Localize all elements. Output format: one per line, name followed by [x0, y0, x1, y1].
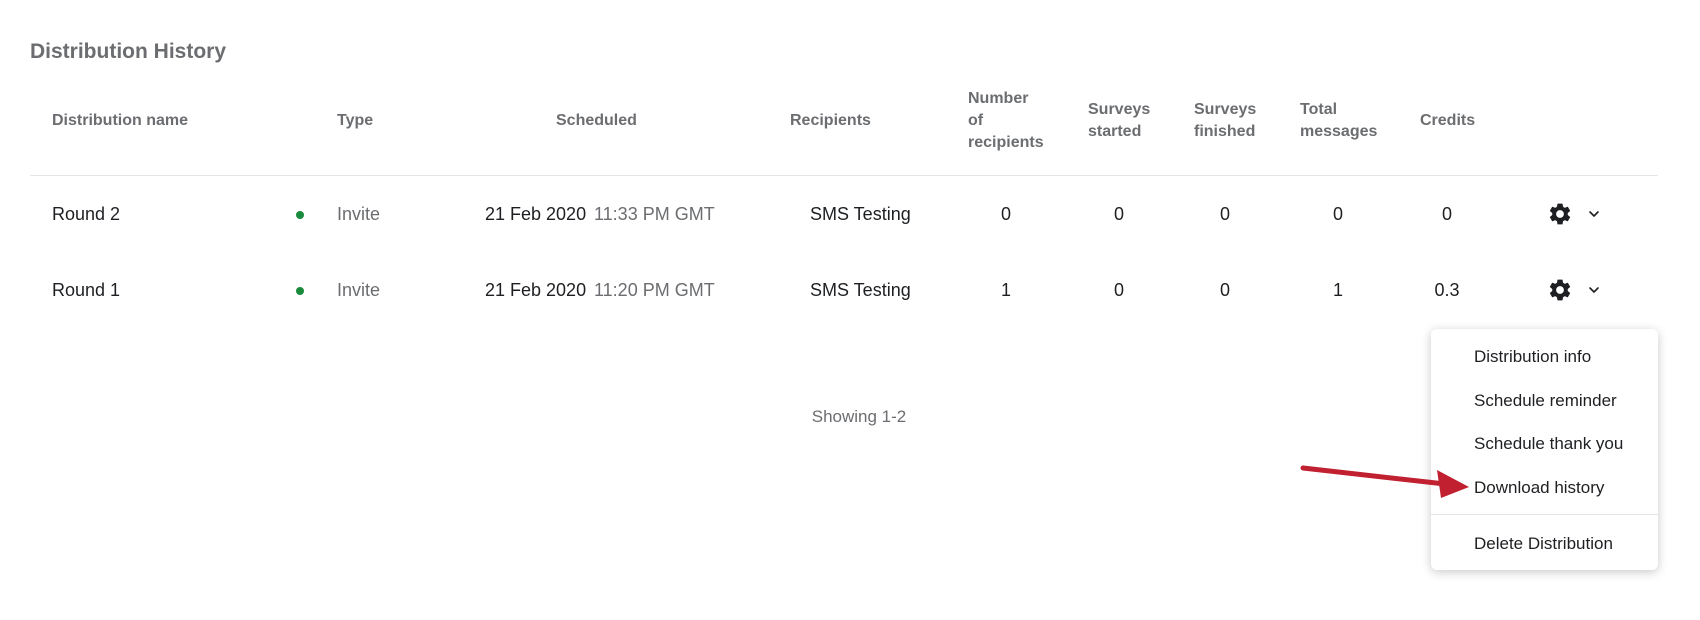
distribution-history-page: Distribution History Distribution name T… — [0, 0, 1700, 620]
menu-item-schedule-thank-you[interactable]: Schedule thank you — [1474, 433, 1623, 455]
header-line: recipients — [968, 134, 1044, 151]
distribution-name[interactable]: Round 2 — [52, 203, 120, 225]
status-dot — [296, 287, 304, 295]
scheduled-time: 11:33 PM GMT — [594, 204, 715, 224]
menu-item-delete-distribution[interactable]: Delete Distribution — [1474, 533, 1613, 555]
credits: 0 — [1441, 204, 1453, 224]
distribution-actions-menu: Distribution info Schedule reminder Sche… — [1431, 329, 1658, 570]
menu-item-distribution-info[interactable]: Distribution info — [1474, 346, 1591, 368]
distribution-name[interactable]: Round 1 — [52, 279, 120, 301]
header-line: Surveys — [1088, 101, 1151, 118]
distribution-type: Invite — [337, 280, 381, 300]
column-header-distribution-name[interactable]: Distribution name — [52, 110, 188, 132]
total-messages: 1 — [1332, 280, 1344, 300]
menu-item-schedule-reminder[interactable]: Schedule reminder — [1474, 390, 1617, 412]
scheduled-time: 11:20 PM GMT — [594, 280, 715, 300]
recipients-list[interactable]: SMS Testing — [810, 203, 911, 225]
menu-item-download-history[interactable]: Download history — [1474, 477, 1604, 499]
scheduled-date: 21 Feb 2020 — [485, 280, 587, 300]
surveys-finished: 0 — [1219, 280, 1231, 300]
surveys-finished: 0 — [1219, 204, 1231, 224]
column-header-total-messages[interactable]: Total messages — [1300, 99, 1377, 143]
header-line: Total — [1300, 101, 1338, 118]
gear-icon[interactable] — [1547, 201, 1573, 227]
header-line: messages — [1300, 123, 1378, 140]
arrow-icon — [1300, 465, 1469, 498]
column-header-surveys-started[interactable]: Surveys started — [1088, 99, 1150, 143]
menu-divider — [1431, 514, 1658, 515]
column-header-type[interactable]: Type — [337, 110, 373, 132]
page-title: Distribution History — [30, 40, 227, 63]
column-header-credits[interactable]: Credits — [1420, 110, 1475, 132]
scheduled-date: 21 Feb 2020 — [485, 204, 587, 224]
credits: 0.3 — [1434, 280, 1460, 300]
chevron-down-icon[interactable] — [1587, 207, 1601, 221]
total-messages: 0 — [1332, 204, 1344, 224]
header-line: finished — [1194, 123, 1256, 140]
status-dot — [296, 211, 304, 219]
chevron-down-icon[interactable] — [1587, 283, 1601, 297]
pagination-status: Showing 1-2 — [811, 407, 907, 426]
column-header-number-of-recipients[interactable]: Number of recipients — [968, 88, 1044, 154]
header-divider — [30, 175, 1658, 176]
gear-icon[interactable] — [1547, 277, 1573, 303]
header-line: Surveys — [1194, 101, 1257, 118]
column-header-surveys-finished[interactable]: Surveys finished — [1194, 99, 1256, 143]
number-of-recipients: 1 — [1000, 280, 1012, 300]
header-line: started — [1088, 123, 1142, 140]
header-line: of — [968, 112, 984, 129]
column-header-scheduled[interactable]: Scheduled — [556, 110, 637, 132]
recipients-list[interactable]: SMS Testing — [810, 279, 911, 301]
surveys-started: 0 — [1113, 204, 1125, 224]
surveys-started: 0 — [1113, 280, 1125, 300]
header-line: Number — [968, 90, 1029, 107]
distribution-type: Invite — [337, 204, 381, 224]
column-header-recipients[interactable]: Recipients — [790, 110, 871, 132]
number-of-recipients: 0 — [1000, 204, 1012, 224]
